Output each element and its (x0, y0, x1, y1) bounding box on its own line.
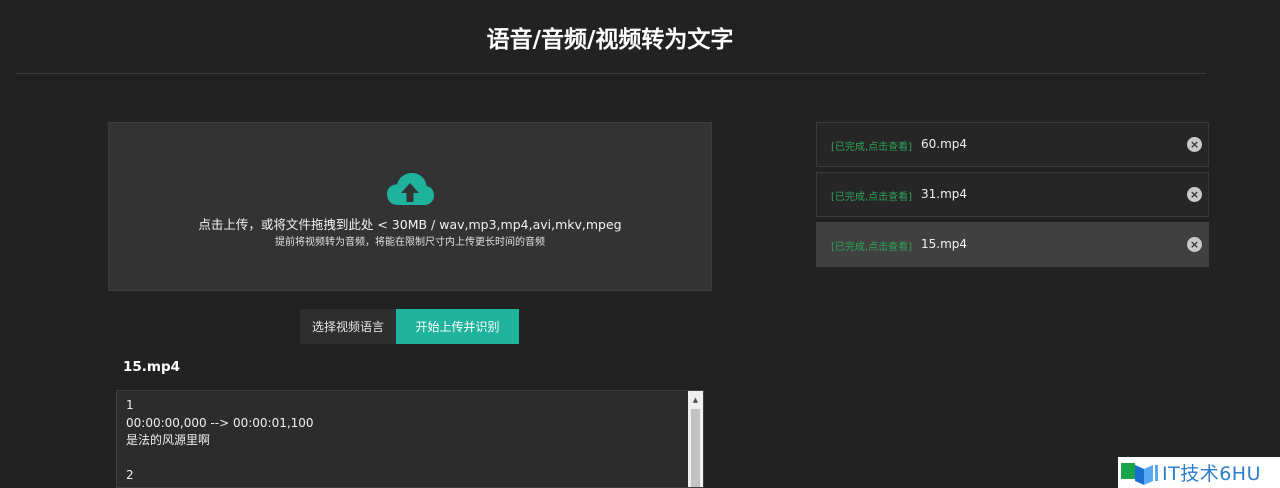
result-file-name: 15.mp4 (123, 359, 181, 375)
watermark: IT技术6HU (1118, 457, 1280, 488)
page-title: 语音/音频/视频转为文字 (486, 27, 734, 53)
page-root: 语音/音频/视频转为文字 点击上传，或将文件拖拽到此处 < 30MB / wav… (0, 0, 1280, 488)
file-list-item-selected[interactable]: [已完成,点击查看] 15.mp4 × (816, 222, 1209, 267)
scroll-thumb[interactable] (691, 409, 700, 487)
file-status[interactable]: [已完成,点击查看] (831, 138, 912, 153)
file-name: 31.mp4 (921, 187, 968, 201)
select-language-button[interactable]: 选择视频语言 (300, 309, 396, 344)
file-status[interactable]: [已完成,点击查看] (831, 188, 912, 203)
file-name: 15.mp4 (921, 237, 968, 251)
transcript-textarea[interactable]: 1 00:00:00,000 --> 00:00:01,100 是法的风源里啊 … (116, 390, 704, 488)
upload-hint: 提前将视频转为音频，将能在限制尺寸内上传更长时间的音频 (275, 237, 545, 248)
transcript-text[interactable]: 1 00:00:00,000 --> 00:00:01,100 是法的风源里啊 … (126, 397, 686, 485)
close-icon[interactable]: × (1187, 137, 1202, 152)
start-upload-button[interactable]: 开始上传并识别 (396, 309, 519, 344)
file-list-item[interactable]: [已完成,点击查看] 60.mp4 × (816, 122, 1209, 167)
cloud-upload-icon[interactable] (385, 172, 435, 208)
upload-instruction[interactable]: 点击上传，或将文件拖拽到此处 < 30MB / wav,mp3,mp4,avi,… (108, 214, 712, 233)
file-name: 60.mp4 (921, 137, 968, 151)
file-list-item[interactable]: [已完成,点击查看] 31.mp4 × (816, 172, 1209, 217)
close-icon[interactable]: × (1187, 187, 1202, 202)
file-status[interactable]: [已完成,点击查看] (831, 238, 912, 253)
transcript-scrollbar[interactable]: ▲ (688, 391, 703, 487)
watermark-text: IT技术6HU (1162, 463, 1261, 485)
scroll-up-icon[interactable]: ▲ (688, 391, 703, 408)
book-logo-icon (1121, 462, 1158, 485)
close-icon[interactable]: × (1187, 237, 1202, 252)
header-divider (16, 73, 1206, 74)
